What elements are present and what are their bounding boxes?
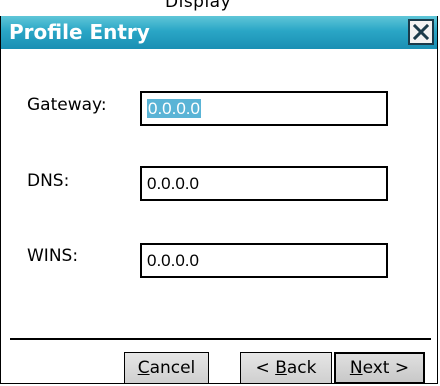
close-button[interactable] (408, 19, 434, 45)
button-divider (10, 338, 431, 340)
back-mnemonic: B (275, 358, 287, 378)
dns-label: DNS: (27, 171, 70, 191)
dns-value: 0.0.0.0 (147, 174, 199, 193)
wins-label: WINS: (27, 246, 79, 266)
cancel-button[interactable]: Cancel (124, 352, 209, 384)
dns-input[interactable]: 0.0.0.0 (140, 166, 388, 201)
next-label-rest: ext > (362, 358, 410, 378)
back-button[interactable]: < Back (240, 352, 332, 384)
wins-value: 0.0.0.0 (147, 251, 199, 270)
back-label-rest: ack (286, 358, 317, 378)
gateway-value: 0.0.0.0 (147, 99, 201, 118)
next-button[interactable]: Next > (334, 352, 425, 384)
cancel-label-rest: ancel (149, 358, 196, 378)
clipped-window-title: Display (165, 0, 232, 12)
cancel-mnemonic: C (137, 358, 150, 378)
profile-entry-dialog: Profile Entry Gateway: 0.0.0.0 DNS: 0.0.… (0, 16, 438, 384)
background-window-strip: Display (0, 0, 440, 16)
title-bar: Profile Entry (1, 16, 437, 49)
gateway-label: Gateway: (27, 95, 107, 115)
dialog-title: Profile Entry (9, 20, 150, 44)
wins-input[interactable]: 0.0.0.0 (140, 243, 388, 278)
close-icon (413, 24, 429, 40)
back-prefix: < (255, 358, 276, 378)
gateway-input[interactable]: 0.0.0.0 (140, 91, 388, 126)
next-mnemonic: N (349, 358, 363, 378)
